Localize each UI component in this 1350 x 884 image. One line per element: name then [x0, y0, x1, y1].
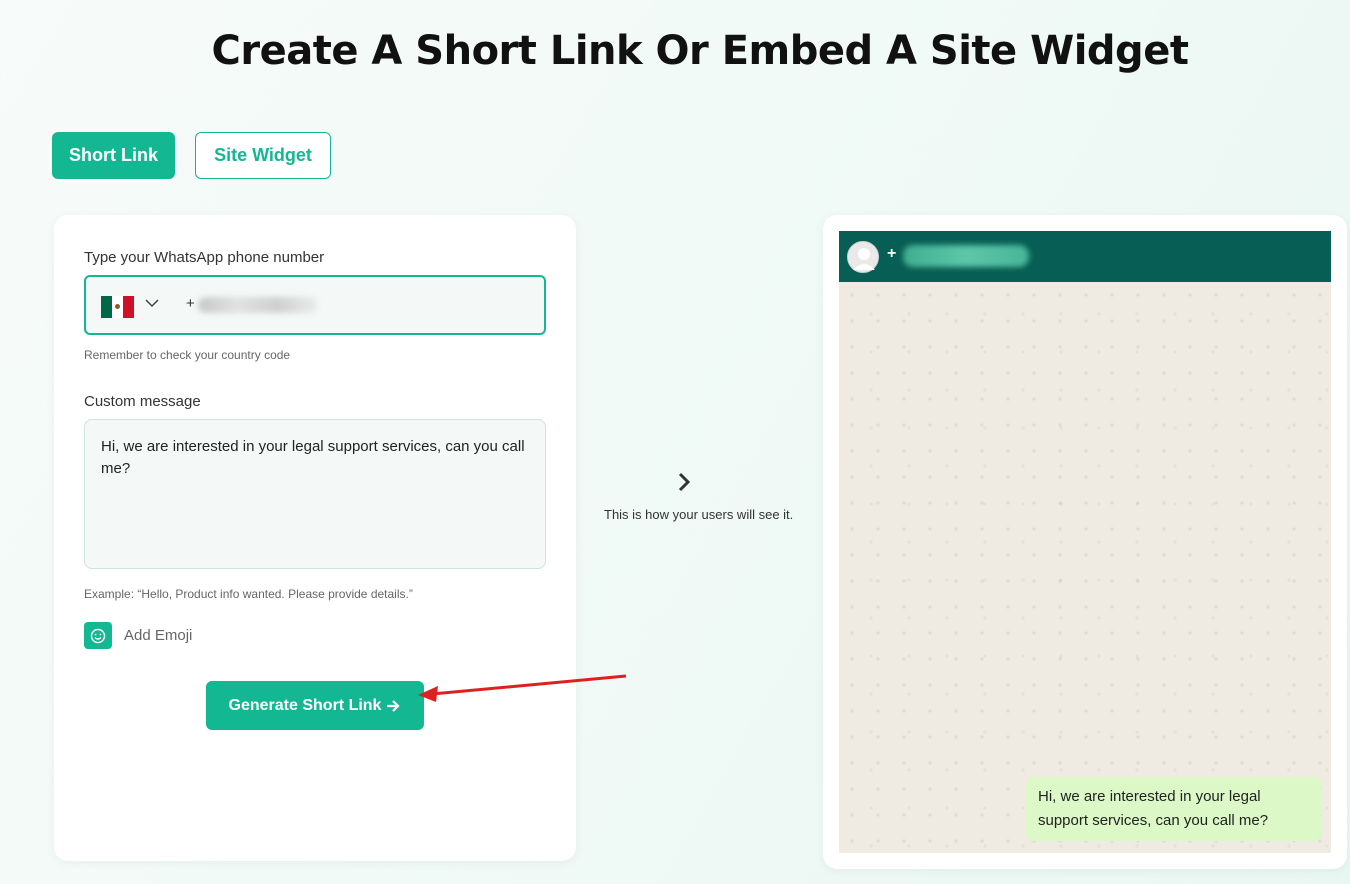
- mexico-flag-icon[interactable]: [101, 296, 134, 318]
- chevron-down-icon[interactable]: [144, 295, 160, 316]
- chat-background: Hi, we are interested in your legal supp…: [839, 282, 1331, 853]
- message-textarea[interactable]: Hi, we are interested in your legal supp…: [84, 419, 546, 569]
- avatar: [847, 241, 879, 273]
- phone-redacted: [198, 297, 318, 313]
- generate-short-link-button[interactable]: Generate Short Link: [206, 681, 424, 730]
- phone-input-box[interactable]: +: [84, 275, 546, 335]
- generate-label: Generate Short Link: [228, 696, 382, 714]
- phone-label: Type your WhatsApp phone number: [84, 249, 325, 266]
- add-emoji-link[interactable]: Add Emoji: [124, 627, 192, 644]
- message-bubble: Hi, we are interested in your legal supp…: [1026, 777, 1321, 841]
- whatsapp-preview: + Hi, we are interested in your legal su…: [823, 215, 1347, 869]
- message-example: Example: “Hello, Product info wanted. Pl…: [84, 587, 413, 601]
- smiley-icon: [90, 628, 106, 643]
- chat-contact-number: +: [887, 245, 897, 262]
- arrow-right-icon: [387, 699, 401, 712]
- page-title: Create A Short Link Or Embed A Site Widg…: [211, 28, 1189, 74]
- preview-note: This is how your users will see it.: [604, 507, 794, 522]
- emoji-button[interactable]: [84, 622, 112, 649]
- contact-redacted: [903, 245, 1029, 267]
- phone-hint: Remember to check your country code: [84, 348, 291, 362]
- tab-short-link[interactable]: Short Link: [52, 132, 175, 179]
- message-label: Custom message: [84, 393, 201, 410]
- phone-input[interactable]: +: [186, 295, 195, 312]
- annotation-arrow: [418, 674, 627, 702]
- short-link-form: Type your WhatsApp phone number + Rememb…: [54, 215, 576, 861]
- chat-header: +: [839, 231, 1331, 282]
- tab-site-widget[interactable]: Site Widget: [195, 132, 331, 179]
- chevron-right-icon: [676, 470, 694, 501]
